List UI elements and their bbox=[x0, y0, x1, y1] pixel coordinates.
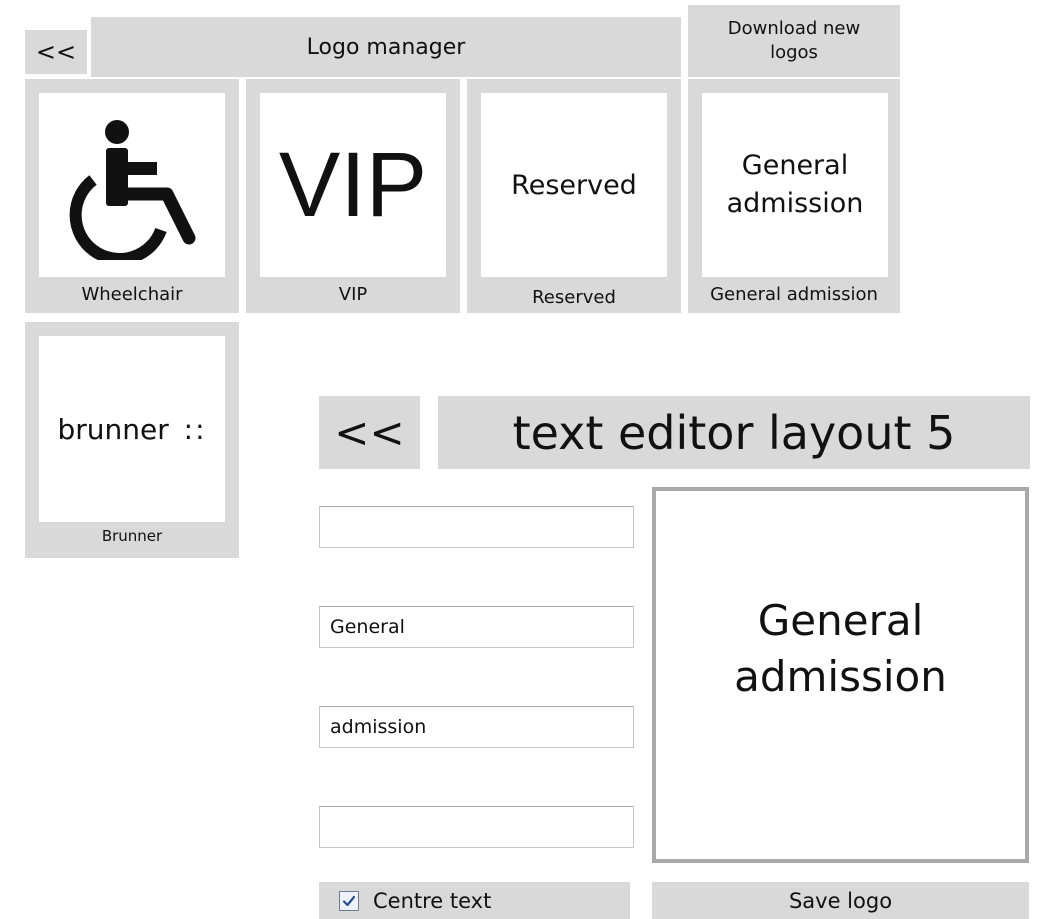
preview-line-1: General bbox=[757, 596, 924, 645]
logo-tile-reserved[interactable]: Reserved Reserved bbox=[467, 79, 681, 313]
save-label: Save logo bbox=[788, 888, 893, 913]
page-title: Logo manager bbox=[306, 34, 466, 60]
logo-tile-vip[interactable]: VIP VIP bbox=[246, 79, 460, 313]
tile-label: Brunner bbox=[101, 527, 163, 545]
tile-label: VIP bbox=[338, 284, 368, 305]
logo-tile-wheelchair[interactable]: Wheelchair bbox=[25, 79, 239, 313]
brunner-logo: brunner :: bbox=[57, 412, 207, 446]
back-label: << bbox=[334, 408, 405, 457]
download-label: Download new logos bbox=[727, 18, 861, 63]
preview-line-2: admission bbox=[726, 188, 864, 219]
text-editor-title-bar: text editor layout 5 bbox=[438, 396, 1030, 469]
logo-manager-back-button[interactable]: << bbox=[25, 30, 87, 74]
centre-text-label: Centre text bbox=[373, 888, 492, 913]
preview-line-1: General bbox=[741, 150, 849, 181]
back-label: << bbox=[35, 38, 77, 66]
logo-preview-canvas: General admission bbox=[652, 487, 1029, 863]
checkmark-icon bbox=[342, 895, 356, 906]
logo-preview: General admission bbox=[702, 93, 888, 277]
wheelchair-icon bbox=[69, 120, 196, 260]
logo-tile-general-admission[interactable]: General admission General admission bbox=[688, 79, 900, 313]
text-line-2-input[interactable]: General bbox=[319, 606, 634, 648]
centre-text-option[interactable]: Centre text bbox=[319, 882, 630, 919]
editor-title: text editor layout 5 bbox=[512, 405, 956, 460]
save-logo-button[interactable]: Save logo bbox=[652, 882, 1029, 919]
logo-manager-title-bar: Logo manager bbox=[91, 17, 681, 77]
preview-line-2: admission bbox=[734, 652, 947, 701]
preview-text: Reserved bbox=[511, 169, 637, 201]
text-line-3-input[interactable]: admission bbox=[319, 706, 634, 748]
text-editor-back-button[interactable]: << bbox=[319, 396, 420, 469]
preview-text: VIP bbox=[278, 133, 428, 236]
text-line-4-input[interactable] bbox=[319, 806, 634, 848]
text-line-1-input[interactable] bbox=[319, 506, 634, 548]
logo-tile-brunner[interactable]: brunner :: Brunner bbox=[25, 322, 239, 558]
logo-preview: Reserved bbox=[481, 93, 667, 277]
download-new-logos-button[interactable]: Download new logos bbox=[688, 5, 900, 77]
centre-text-checkbox[interactable] bbox=[339, 890, 359, 911]
tile-label: Wheelchair bbox=[81, 284, 183, 305]
tile-label: Reserved bbox=[532, 287, 616, 308]
logo-preview bbox=[39, 93, 225, 277]
logo-preview: VIP bbox=[260, 93, 446, 277]
tile-label: General admission bbox=[710, 284, 878, 305]
logo-preview: brunner :: bbox=[39, 336, 225, 522]
